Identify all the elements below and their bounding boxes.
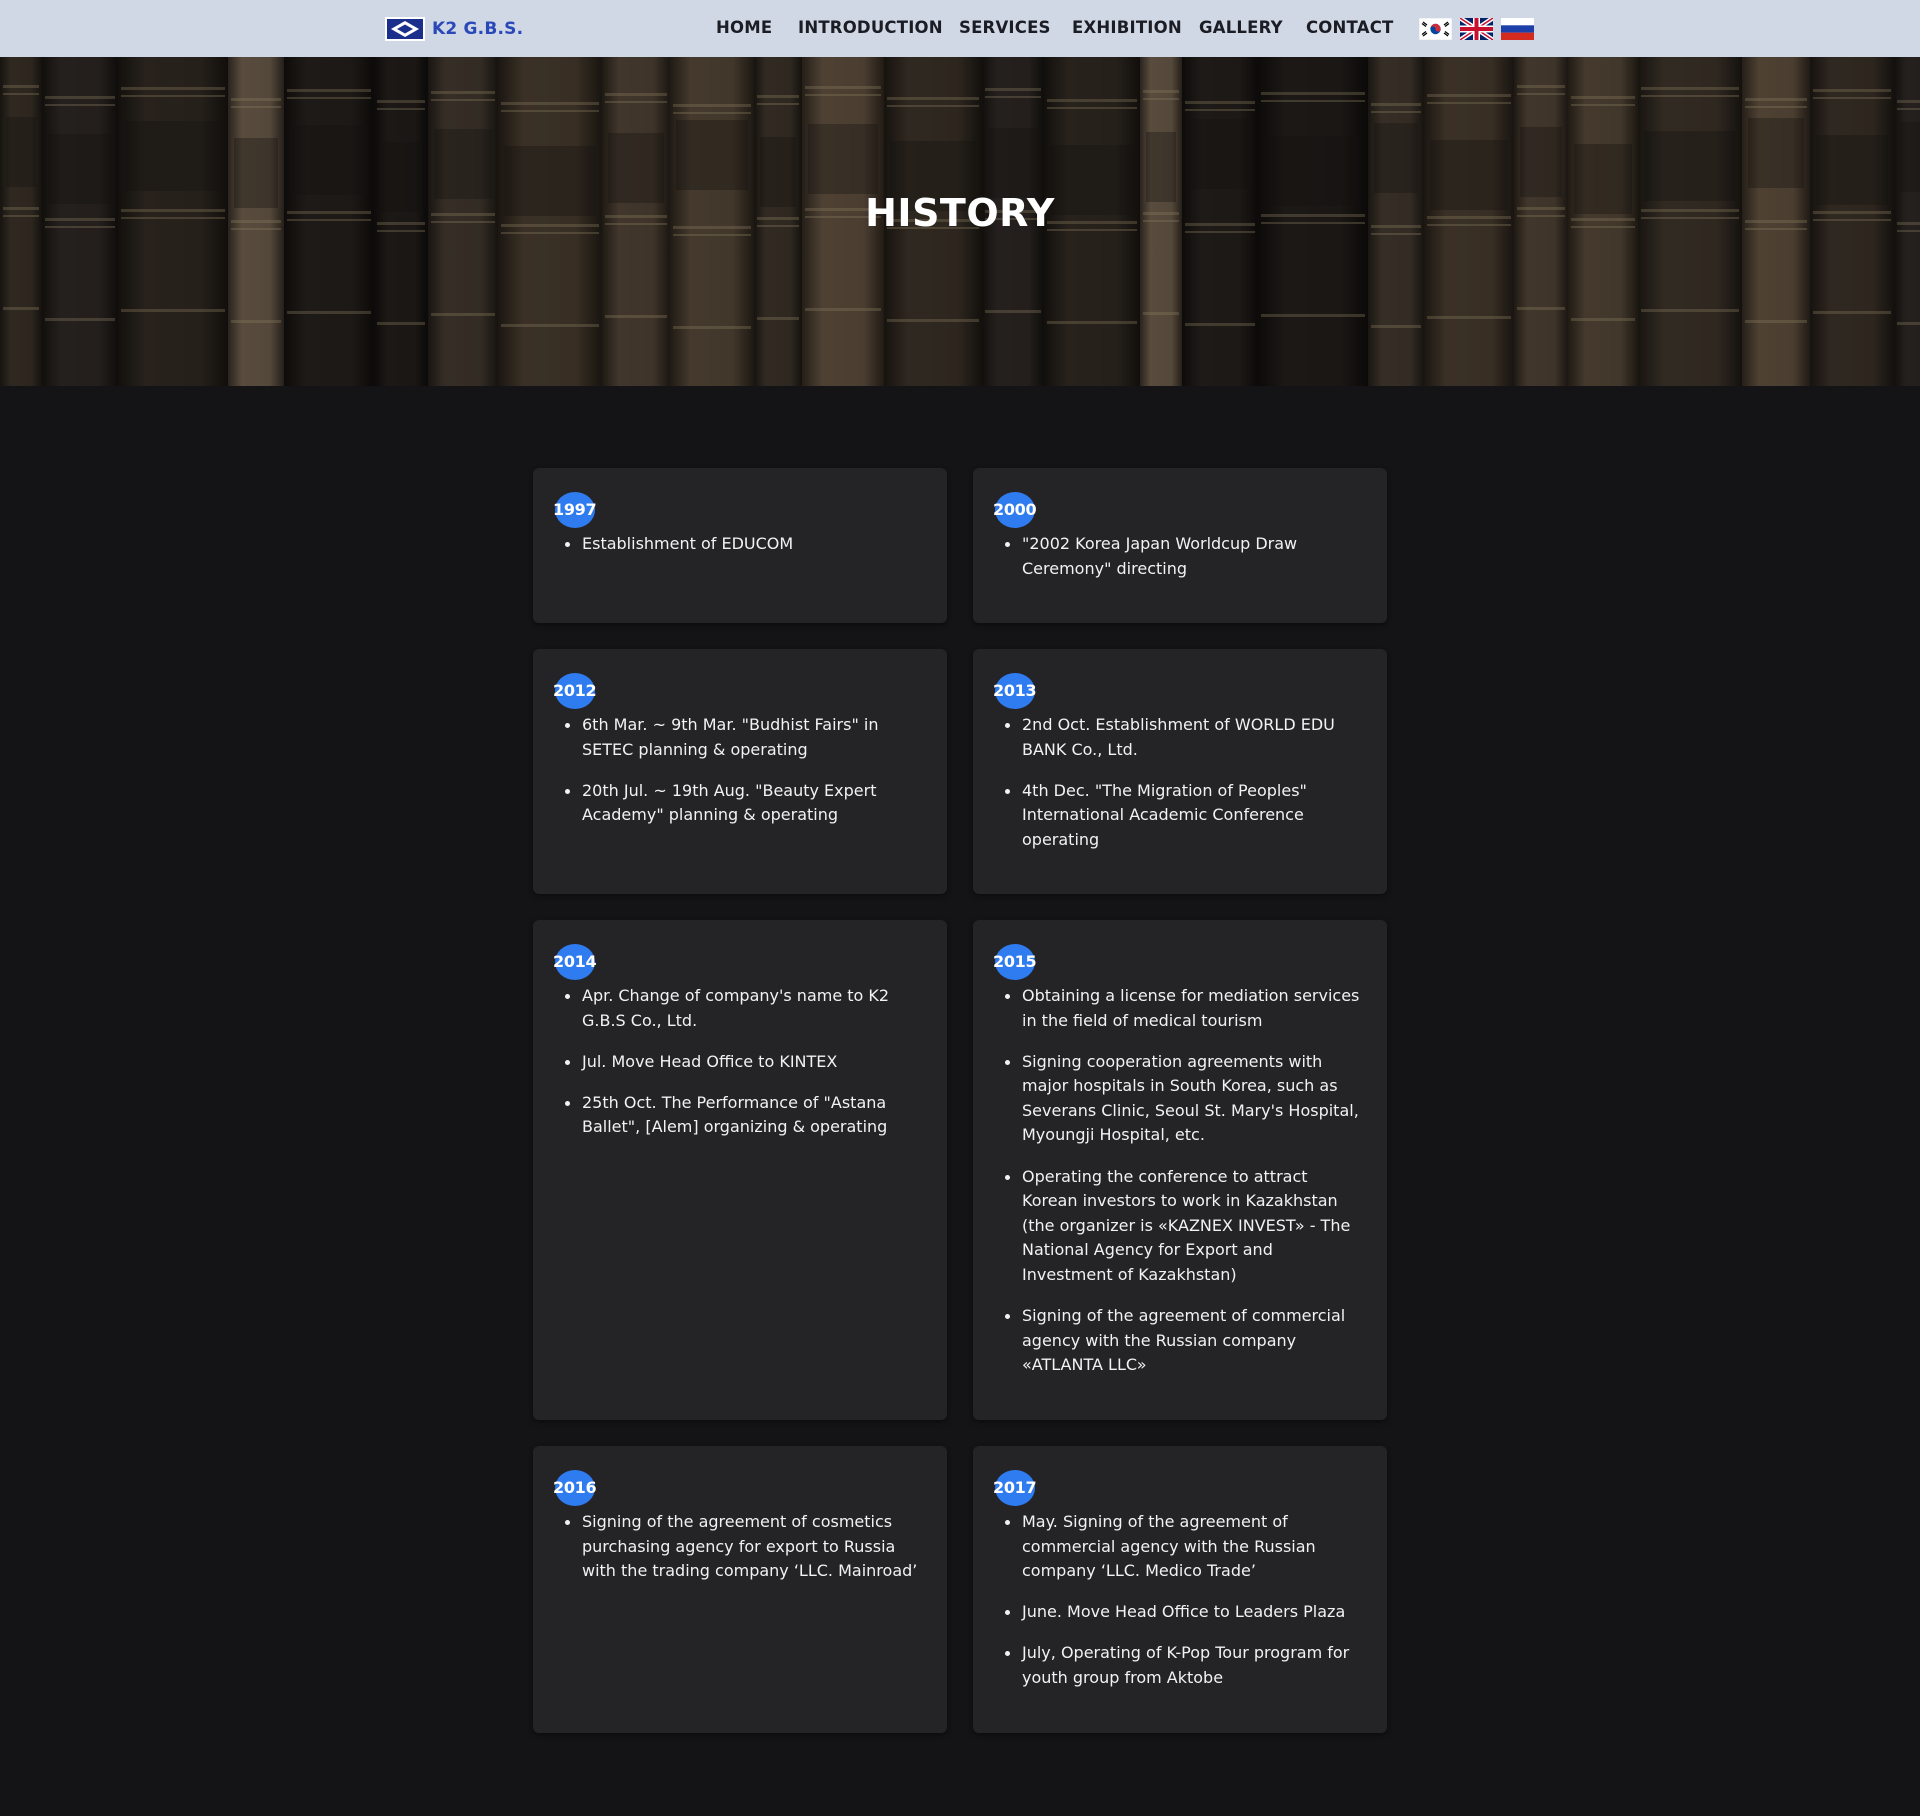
list-item: Signing cooperation agreements with majo… <box>1005 1050 1361 1148</box>
list-item: Operating the conference to attract Kore… <box>1005 1165 1361 1288</box>
russian-flag-icon[interactable] <box>1501 18 1534 40</box>
nav-exhibition[interactable]: EXHIBITION <box>1072 18 1182 37</box>
history-list: May. Signing of the agreement of commerc… <box>1005 1510 1361 1707</box>
list-item: Establishment of EDUCOM <box>565 532 921 557</box>
top-navbar: K2 G.B.S. HOME INTRODUCTION SERVICES EXH… <box>0 0 1920 57</box>
page-title: HISTORY <box>865 191 1055 235</box>
list-item: June. Move Head Office to Leaders Plaza <box>1005 1600 1361 1625</box>
history-card-2012: 2012 6th Mar. ~ 9th Mar. "Budhist Fairs"… <box>533 649 947 894</box>
list-item: Signing of the agreement of cosmetics pu… <box>565 1510 921 1584</box>
year-label: 2013 <box>993 681 1037 700</box>
nav-contact[interactable]: CONTACT <box>1306 18 1393 37</box>
year-label: 2016 <box>553 1478 597 1497</box>
history-card-2000: 2000 "2002 Korea Japan Worldcup Draw Cer… <box>973 468 1387 623</box>
korean-flag-icon[interactable] <box>1419 18 1452 40</box>
history-card-1997: 1997 Establishment of EDUCOM <box>533 468 947 623</box>
list-item: 25th Oct. The Performance of "Astana Bal… <box>565 1091 921 1140</box>
year-label: 2000 <box>993 500 1037 519</box>
year-label: 1997 <box>553 500 597 519</box>
list-item: Apr. Change of company's name to K2 G.B.… <box>565 984 921 1033</box>
list-item: July, Operating of K-Pop Tour program fo… <box>1005 1641 1361 1690</box>
history-card-2014: 2014 Apr. Change of company's name to K2… <box>533 920 947 1420</box>
list-item: Jul. Move Head Office to KINTEX <box>565 1050 921 1075</box>
list-item: "2002 Korea Japan Worldcup Draw Ceremony… <box>1005 532 1361 581</box>
list-item: 2nd Oct. Establishment of WORLD EDU BANK… <box>1005 713 1361 762</box>
list-item: 20th Jul. ~ 19th Aug. "Beauty Expert Aca… <box>565 779 921 828</box>
history-list: "2002 Korea Japan Worldcup Draw Ceremony… <box>1005 532 1361 598</box>
list-item: Obtaining a license for mediation servic… <box>1005 984 1361 1033</box>
history-card-2016: 2016 Signing of the agreement of cosmeti… <box>533 1446 947 1733</box>
history-card-2015: 2015 Obtaining a license for mediation s… <box>973 920 1387 1420</box>
nav-services[interactable]: SERVICES <box>959 18 1051 37</box>
nav-gallery[interactable]: GALLERY <box>1199 18 1283 37</box>
history-list: Obtaining a license for mediation servic… <box>1005 984 1361 1394</box>
year-label: 2015 <box>993 952 1037 971</box>
brand-name: K2 G.B.S. <box>432 19 524 39</box>
history-card-2013: 2013 2nd Oct. Establishment of WORLD EDU… <box>973 649 1387 894</box>
year-label: 2014 <box>553 952 597 971</box>
nav-introduction[interactable]: INTRODUCTION <box>798 18 943 37</box>
history-list: 2nd Oct. Establishment of WORLD EDU BANK… <box>1005 713 1361 869</box>
history-card-2017: 2017 May. Signing of the agreement of co… <box>973 1446 1387 1733</box>
hero-banner: HISTORY <box>0 57 1920 386</box>
brand-logo-link[interactable]: K2 G.B.S. <box>385 16 523 42</box>
list-item: 6th Mar. ~ 9th Mar. "Budhist Fairs" in S… <box>565 713 921 762</box>
list-item: 4th Dec. "The Migration of Peoples" Inte… <box>1005 779 1361 853</box>
history-list: Apr. Change of company's name to K2 G.B.… <box>565 984 921 1156</box>
year-label: 2017 <box>993 1478 1037 1497</box>
history-list: 6th Mar. ~ 9th Mar. "Budhist Fairs" in S… <box>565 713 921 844</box>
history-list: Establishment of EDUCOM <box>565 532 921 573</box>
k2-logo-icon <box>385 17 425 41</box>
uk-flag-icon[interactable] <box>1460 18 1493 40</box>
list-item: May. Signing of the agreement of commerc… <box>1005 1510 1361 1584</box>
nav-home[interactable]: HOME <box>716 18 772 37</box>
year-label: 2012 <box>553 681 597 700</box>
history-list: Signing of the agreement of cosmetics pu… <box>565 1510 921 1600</box>
list-item: Signing of the agreement of commercial a… <box>1005 1304 1361 1378</box>
